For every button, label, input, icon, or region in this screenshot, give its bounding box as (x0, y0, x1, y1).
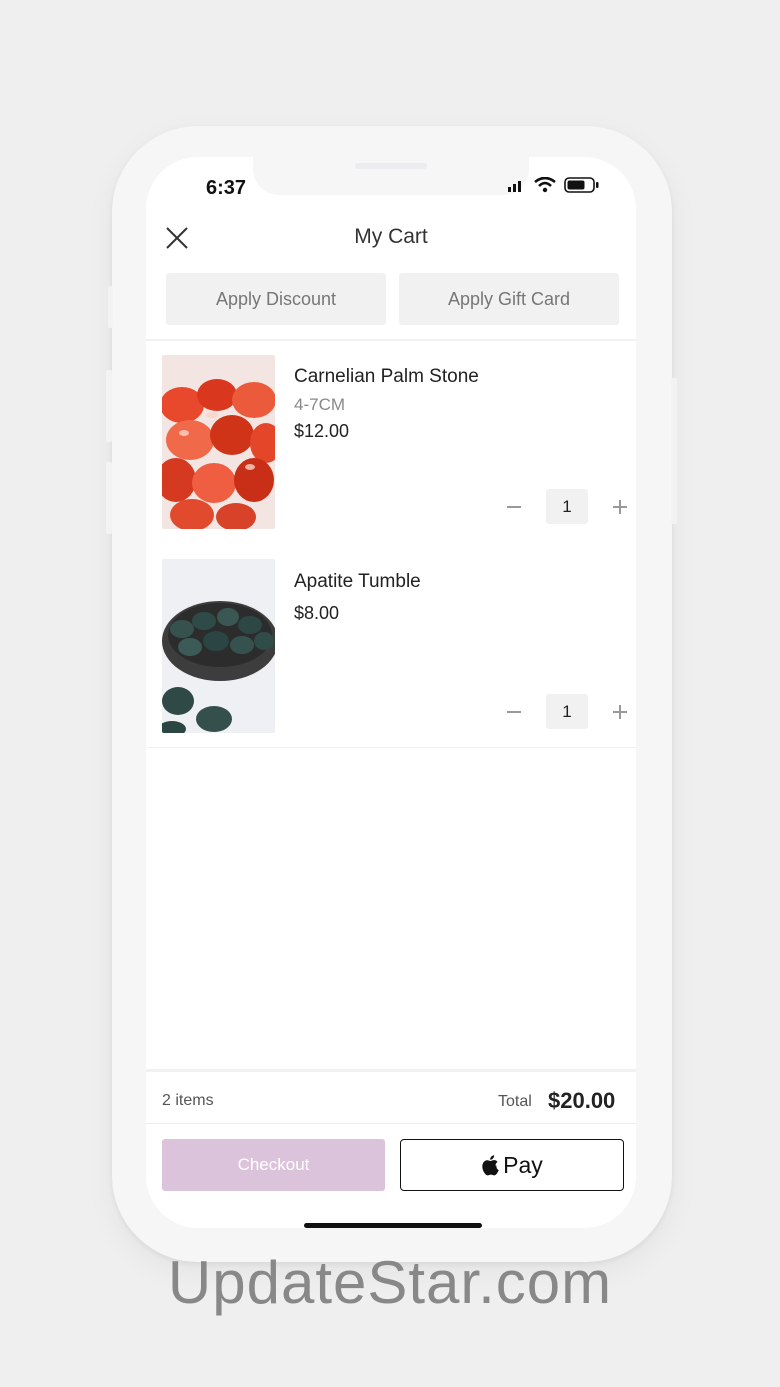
total-label: Total (498, 1093, 532, 1110)
status-icons (508, 177, 600, 193)
apple-pay-button[interactable]: Pay (400, 1139, 624, 1191)
product-image-apatite[interactable] (162, 559, 275, 733)
apple-logo-icon (482, 1155, 499, 1176)
checkout-button[interactable]: Checkout (162, 1139, 385, 1191)
signal-icon (508, 181, 521, 192)
app-screen: 6:37 My Cart Apply Discount Apply Gift C… (146, 157, 636, 1228)
decrease-quantity-button[interactable] (502, 700, 526, 724)
status-time: 6:37 (206, 177, 247, 199)
volume-down-button (106, 462, 112, 534)
quantity-value[interactable]: 1 (546, 694, 588, 729)
summary-divider (146, 1123, 636, 1124)
plus-icon (613, 499, 627, 514)
battery-icon (564, 177, 599, 193)
home-indicator (304, 1223, 482, 1228)
watermark: UpdateStar.com (167, 1249, 613, 1316)
minus-icon (507, 710, 521, 713)
apply-discount-button[interactable]: Apply Discount (166, 273, 386, 325)
items-count: 2 items (162, 1092, 214, 1109)
plus-icon (613, 704, 627, 719)
quantity-stepper: 1 (502, 694, 632, 729)
quantity-stepper: 1 (502, 489, 632, 524)
page-title: My Cart (354, 225, 428, 248)
product-image-carnelian[interactable] (162, 355, 275, 529)
quantity-value[interactable]: 1 (546, 489, 588, 524)
header-divider (146, 339, 636, 341)
increase-quantity-button[interactable] (608, 495, 632, 519)
increase-quantity-button[interactable] (608, 700, 632, 724)
apply-gift-card-button[interactable]: Apply Gift Card (399, 273, 619, 325)
total-value: $20.00 (548, 1088, 616, 1113)
item-variant: 4-7CM (294, 395, 346, 414)
item-price: $12.00 (294, 421, 350, 441)
mute-switch (108, 286, 113, 328)
speaker (355, 163, 427, 169)
wifi-icon (534, 177, 556, 193)
apple-pay-label: Pay (503, 1151, 543, 1178)
item-price: $8.00 (294, 603, 340, 623)
decrease-quantity-button[interactable] (502, 495, 526, 519)
item-name[interactable]: Apatite Tumble (294, 571, 421, 593)
footer-divider (146, 1069, 636, 1072)
item-name[interactable]: Carnelian Palm Stone (294, 366, 479, 388)
volume-up-button (106, 370, 112, 442)
minus-icon (507, 505, 521, 508)
items-divider (146, 747, 636, 748)
notch (253, 157, 529, 195)
power-button (671, 378, 677, 524)
